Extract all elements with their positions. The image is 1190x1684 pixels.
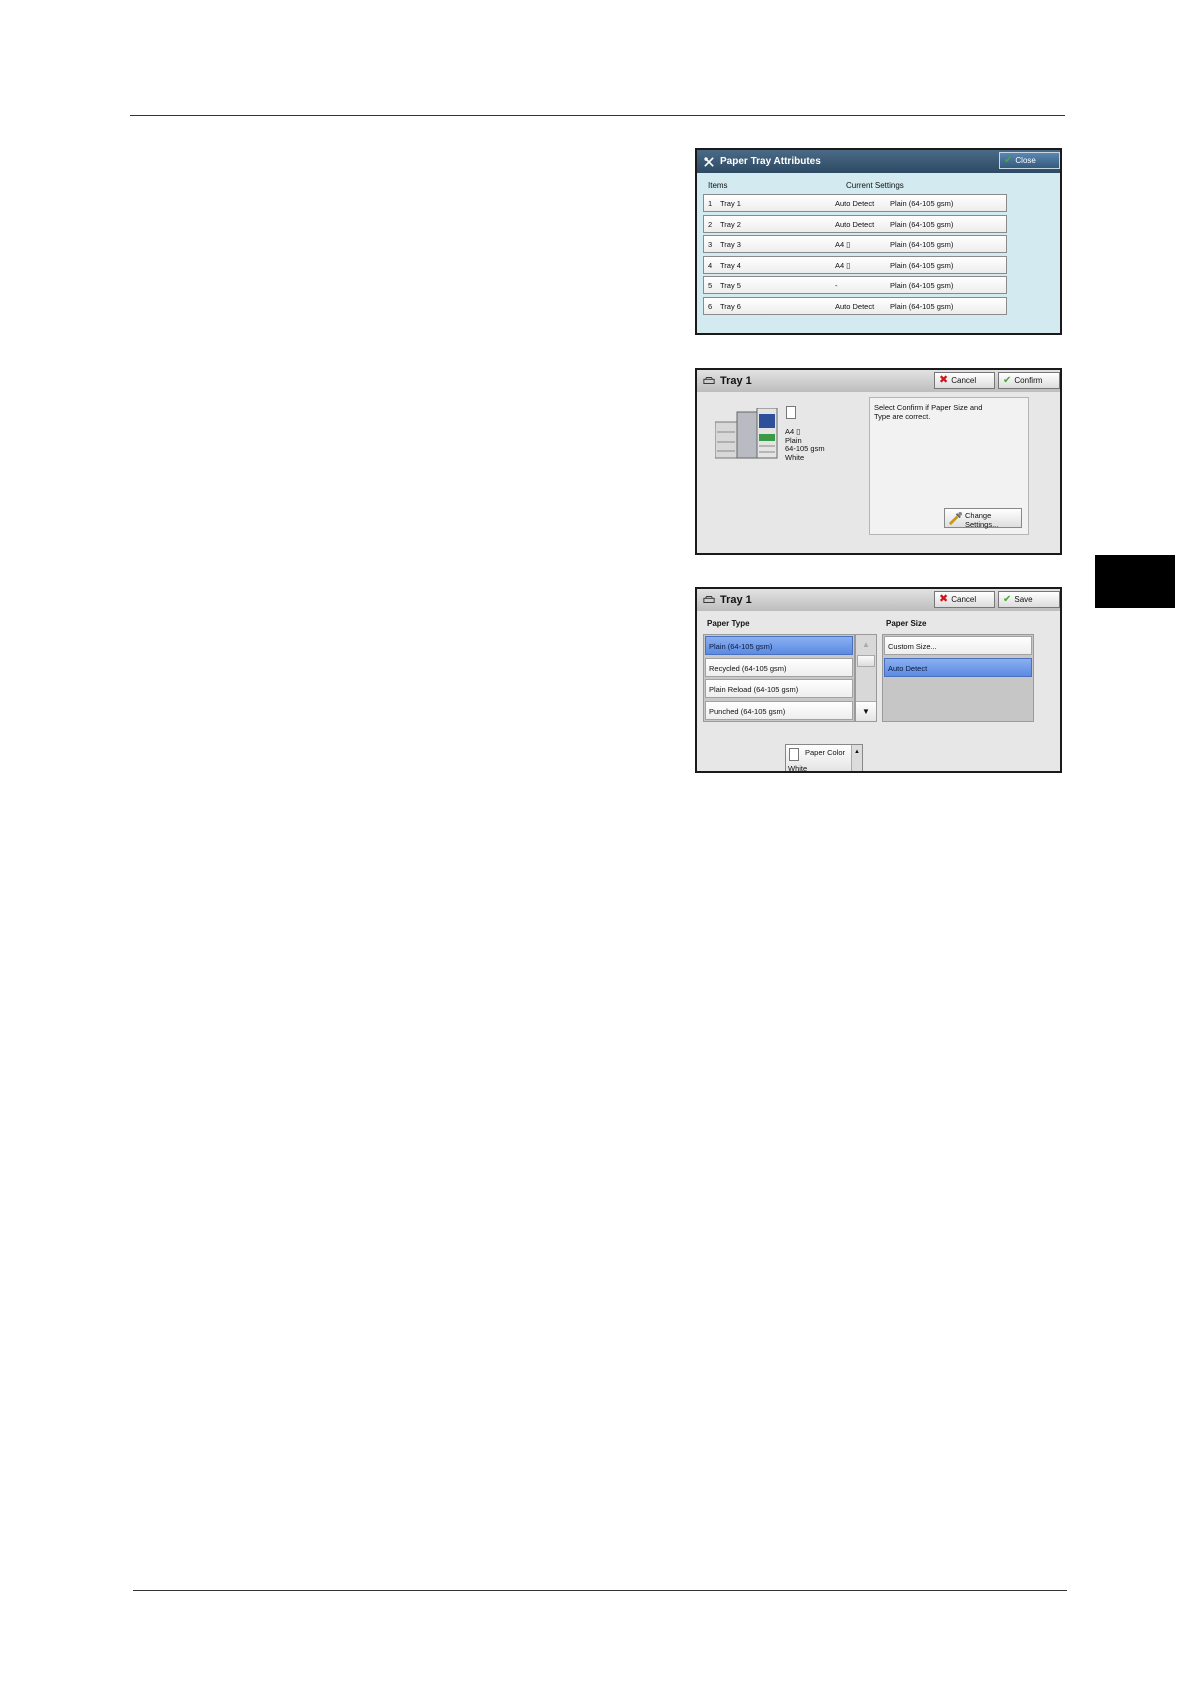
tray-size: A4 ▯	[835, 240, 851, 249]
tray-number: 3	[708, 240, 713, 249]
cancel-x-icon: ✖	[939, 374, 949, 386]
change-label-line1: Change	[965, 511, 992, 520]
tray-size: Auto Detect	[835, 199, 875, 208]
change-settings-button[interactable]: Change Settings...	[944, 508, 1022, 529]
chapter-tab	[1095, 555, 1175, 608]
scroll-down-icon[interactable]: ▼	[856, 701, 876, 721]
header-rule	[130, 115, 1065, 116]
close-button[interactable]: ✔ Close	[999, 152, 1060, 169]
tray-icon	[703, 377, 715, 384]
confirm-button[interactable]: ✔ Confirm	[998, 372, 1060, 389]
tray-paper-color: White	[785, 452, 805, 462]
tray-type: Plain (64-105 gsm)	[890, 219, 954, 229]
tray-size: A4 ▯	[835, 260, 851, 270]
paper-type-scrollbar[interactable]: ▲ ▼	[855, 634, 877, 722]
paper-color-label: Paper Color	[805, 748, 846, 757]
title-bar: Paper Tray Attributes ✔ Close	[697, 150, 1060, 173]
scroll-thumb[interactable]	[857, 655, 875, 667]
screen-title: Tray 1	[720, 375, 752, 387]
tray-type: Plain (64-105 gsm)	[890, 199, 954, 208]
printer-machine-icon	[715, 408, 778, 459]
paper-type-label: Paper Type	[707, 619, 750, 628]
wrench-pencil-icon	[948, 511, 963, 526]
tray-row[interactable]: 2 Tray 2 Auto Detect Plain (64-105 gsm)	[703, 214, 1007, 233]
tray-name: Tray 5	[720, 281, 741, 290]
tray-name: Tray 4	[720, 260, 741, 270]
tray-number: 4	[708, 260, 713, 270]
tray-name: Tray 2	[720, 219, 741, 229]
screen-title: Tray 1	[720, 594, 752, 606]
tray-name: Tray 6	[720, 301, 741, 311]
tray-number: 2	[708, 219, 713, 229]
tray-settings-screen: Tray 1 ✖ Cancel ✔ Save Paper Type Paper …	[695, 587, 1062, 773]
paper-sheet-icon	[789, 748, 799, 761]
change-label-line2: Settings...	[965, 520, 999, 529]
tray-icon	[703, 596, 715, 603]
tray-name: Tray 3	[720, 240, 741, 249]
tray-list-area: Items Current Settings 1 Tray 1 Auto Detec…	[697, 173, 1060, 333]
tray-row[interactable]: 4 Tray 4 A4 ▯ Plain (64-105 gsm)	[703, 255, 1007, 274]
paper-size-list: Custom Size... Auto Detect	[882, 634, 1034, 722]
tray-number: 1	[708, 199, 713, 208]
tray-confirm-screen: Tray 1 ✖ Cancel ✔ Confirm A4 ▯ Plain 64-…	[695, 368, 1062, 555]
tray-type: Plain (64-105 gsm)	[890, 240, 954, 249]
paper-type-item[interactable]: Recycled (64-105 gsm)	[705, 657, 853, 677]
checkmark-icon: ✔	[1003, 593, 1012, 605]
paper-size-item[interactable]: Auto Detect	[884, 657, 1032, 677]
cancel-button[interactable]: ✖ Cancel	[934, 591, 995, 608]
footer-rule	[133, 1590, 1067, 1591]
tray-row[interactable]: 5 Tray 5 - Plain (64-105 gsm)	[703, 276, 1007, 294]
paper-tray-attributes-screen: Paper Tray Attributes ✔ Close Items Curr…	[695, 148, 1062, 335]
tray-type: Plain (64-105 gsm)	[890, 281, 954, 290]
settings-body: Paper Type Paper Size Plain (64-105 gsm)…	[697, 611, 1060, 771]
tray-name: Tray 1	[720, 199, 741, 208]
title-bar: Tray 1 ✖ Cancel ✔ Save	[697, 589, 1060, 611]
tray-row[interactable]: 3 Tray 3 A4 ▯ Plain (64-105 gsm)	[703, 235, 1007, 253]
paper-type-item[interactable]: Punched (64-105 gsm)	[705, 700, 853, 720]
tray-row[interactable]: 6 Tray 6 Auto Detect Plain (64-105 gsm)	[703, 296, 1007, 315]
tray-size: -	[835, 281, 838, 290]
tools-icon	[704, 156, 714, 167]
paper-type-item[interactable]: Plain Reload (64-105 gsm)	[705, 679, 853, 698]
paper-type-list: Plain (64-105 gsm) Recycled (64-105 gsm) P…	[703, 634, 855, 722]
tray-current-settings: A4 ▯ Plain 64-105 gsm White	[785, 427, 825, 462]
paper-color-scroll[interactable]: ▲	[851, 745, 862, 771]
save-button[interactable]: ✔ Save	[998, 591, 1060, 608]
paper-type-item[interactable]: Plain (64-105 gsm)	[705, 636, 853, 655]
confirm-body: A4 ▯ Plain 64-105 gsm White Select Confi…	[697, 392, 1060, 553]
paper-size-label: Paper Size	[886, 619, 927, 628]
title-bar: Tray 1 ✖ Cancel ✔ Confirm	[697, 370, 1060, 392]
tray-size: Auto Detect	[835, 219, 875, 229]
tray-number: 5	[708, 281, 713, 290]
tray-row[interactable]: 1 Tray 1 Auto Detect Plain (64-105 gsm)	[703, 194, 1007, 212]
paper-color-button[interactable]: Paper Color White ▲	[785, 744, 863, 773]
column-header-items: Items	[708, 181, 728, 190]
scroll-up-icon[interactable]: ▲	[856, 635, 876, 654]
tray-number: 6	[708, 301, 713, 311]
message-box: Select Confirm if Paper Size and Type ar…	[869, 397, 1029, 535]
tray-type: Plain (64-105 gsm)	[890, 301, 954, 311]
column-header-current-settings: Current Settings	[846, 181, 904, 190]
cancel-x-icon: ✖	[939, 593, 949, 605]
checkmark-icon: ✔	[1004, 154, 1013, 166]
paper-size-item[interactable]: Custom Size...	[884, 636, 1032, 655]
checkmark-icon: ✔	[1003, 374, 1012, 386]
paper-sheet-icon	[786, 406, 796, 419]
tray-type: Plain (64-105 gsm)	[890, 260, 954, 270]
screen-title: Paper Tray Attributes	[720, 156, 821, 167]
paper-color-value: White	[788, 764, 808, 773]
confirm-message: Select Confirm if Paper Size and Type ar…	[874, 403, 983, 421]
tray-size: Auto Detect	[835, 301, 875, 311]
cancel-button[interactable]: ✖ Cancel	[934, 372, 995, 389]
